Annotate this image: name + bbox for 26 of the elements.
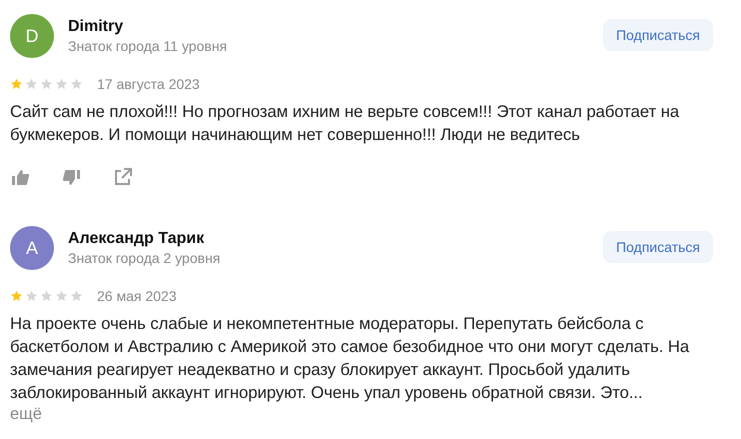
share-icon[interactable] xyxy=(114,168,132,186)
reviewer-name: Александр Тарик xyxy=(68,230,206,248)
review-date: 26 мая 2023 xyxy=(97,288,176,304)
subscribe-button[interactable]: Подписаться xyxy=(603,231,713,263)
review-text: На проекте очень слабые и некомпетентные модераторы. Перепутать бейсбола с баскетболом и Австралию с Америкой это самое безобидное что они могут сделать. На замечания реагирует неадекватно и сразу блокирует аккаунт. Просьбой удалить заблокированный аккаунт игнорируют. Очень упал уровень обратной связи. Это... xyxy=(10,313,690,404)
reviewer-level: Знаток города 2 уровня xyxy=(68,250,222,266)
review-text: Сайт сам не плохой!!! Но прогнозам ихним не верьте совсем!!! Этот канал работает на букмекеров. И помощи начинающим нет совершенно!!! Люди не ведитесь xyxy=(10,101,680,146)
star-icon xyxy=(55,290,68,302)
star-icon xyxy=(70,290,83,302)
star-icon xyxy=(70,78,83,90)
thumbs-down-icon[interactable] xyxy=(63,170,80,184)
star-icon xyxy=(10,290,23,302)
avatar: D xyxy=(10,14,54,58)
avatar: А xyxy=(10,226,54,270)
star-icon xyxy=(10,78,23,90)
star-icon xyxy=(25,78,38,90)
subscribe-button[interactable]: Подписаться xyxy=(603,19,713,51)
star-icon xyxy=(55,78,68,90)
star-icon xyxy=(40,290,53,302)
star-icon xyxy=(25,290,38,302)
thumbs-up-icon[interactable] xyxy=(12,170,29,184)
review-date: 17 августа 2023 xyxy=(97,76,200,92)
star-icon xyxy=(40,78,53,90)
more-link[interactable]: ещё xyxy=(10,404,42,424)
reviewer-level: Знаток города 11 уровня xyxy=(68,38,228,54)
reviewer-name: Dimitry xyxy=(68,18,124,36)
